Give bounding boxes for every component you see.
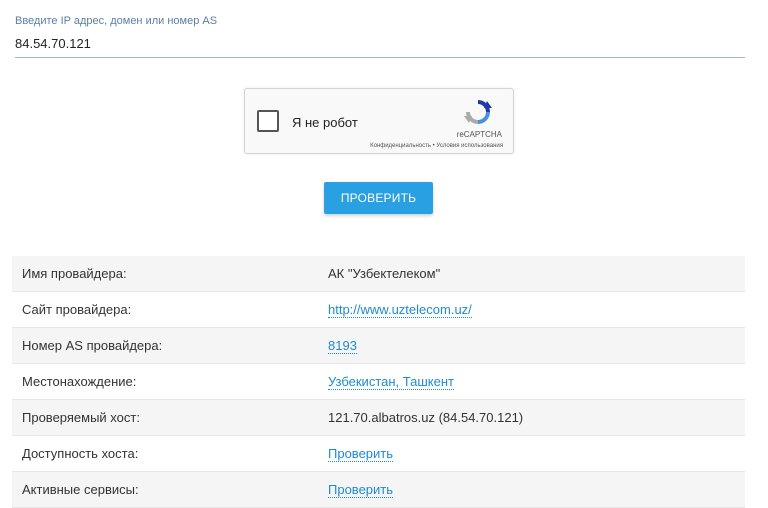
row-key: Доступность хоста: bbox=[12, 435, 328, 472]
row-key: Номер AS провайдера: bbox=[12, 327, 328, 364]
row-value: АК "Узбектелеком" bbox=[328, 266, 441, 281]
check-button[interactable]: ПРОВЕРИТЬ bbox=[324, 182, 433, 214]
recaptcha-label: Я не робот bbox=[292, 115, 358, 130]
row-value-cell: Узбекистан, Ташкент bbox=[328, 363, 745, 400]
recaptcha-widget: Я не робот reCAPTCHA Конфиденциальность … bbox=[244, 88, 514, 154]
table-row: Активные сервисы: Проверить bbox=[12, 471, 745, 508]
row-value: 121.70.albatros.uz (84.54.70.121) bbox=[328, 410, 524, 425]
row-value-cell: 121.70.albatros.uz (84.54.70.121) bbox=[328, 399, 745, 436]
row-value-cell: АК "Узбектелеком" bbox=[328, 256, 745, 292]
ip-input[interactable] bbox=[15, 32, 745, 58]
row-value-cell: 8193 bbox=[328, 327, 745, 364]
row-key: Проверяемый хост: bbox=[12, 399, 328, 436]
row-value-link[interactable]: Узбекистан, Ташкент bbox=[328, 374, 454, 390]
row-value-link[interactable]: Проверить bbox=[328, 446, 394, 462]
recaptcha-logo-icon bbox=[464, 100, 492, 124]
table-row: Проверяемый хост: 121.70.albatros.uz (84.… bbox=[12, 399, 745, 436]
row-value-cell: http://www.uztelecom.uz/ bbox=[328, 291, 745, 328]
table-row: Имя провайдера: АК "Узбектелеком" bbox=[12, 256, 745, 292]
row-key: Имя провайдера: bbox=[12, 256, 328, 292]
ip-input-label: Введите IP адрес, домен или номер AS bbox=[15, 15, 218, 27]
table-row: Номер AS провайдера: 8193 bbox=[12, 327, 745, 364]
table-row: Сайт провайдера: http://www.uztelecom.uz/ bbox=[12, 291, 745, 328]
row-key: Активные сервисы: bbox=[12, 471, 328, 508]
recaptcha-brand: reCAPTCHA bbox=[456, 130, 502, 139]
provider-info-table: Имя провайдера: АК "Узбектелеком" Сайт про… bbox=[12, 256, 745, 508]
row-key: Сайт провайдера: bbox=[12, 291, 328, 328]
recaptcha-terms[interactable]: Конфиденциальность • Условия использован… bbox=[370, 143, 503, 149]
table-row: Местонахождение: Узбекистан, Ташкент bbox=[12, 363, 745, 400]
row-value-link[interactable]: Проверить bbox=[328, 482, 394, 498]
recaptcha-checkbox[interactable] bbox=[257, 110, 279, 132]
table-row: Доступность хоста: Проверить bbox=[12, 435, 745, 472]
row-value-link[interactable]: http://www.uztelecom.uz/ bbox=[328, 302, 472, 318]
row-value-cell: Проверить bbox=[328, 471, 745, 508]
row-key: Местонахождение: bbox=[12, 363, 328, 400]
row-value-link[interactable]: 8193 bbox=[328, 338, 357, 354]
row-value-cell: Проверить bbox=[328, 435, 745, 472]
